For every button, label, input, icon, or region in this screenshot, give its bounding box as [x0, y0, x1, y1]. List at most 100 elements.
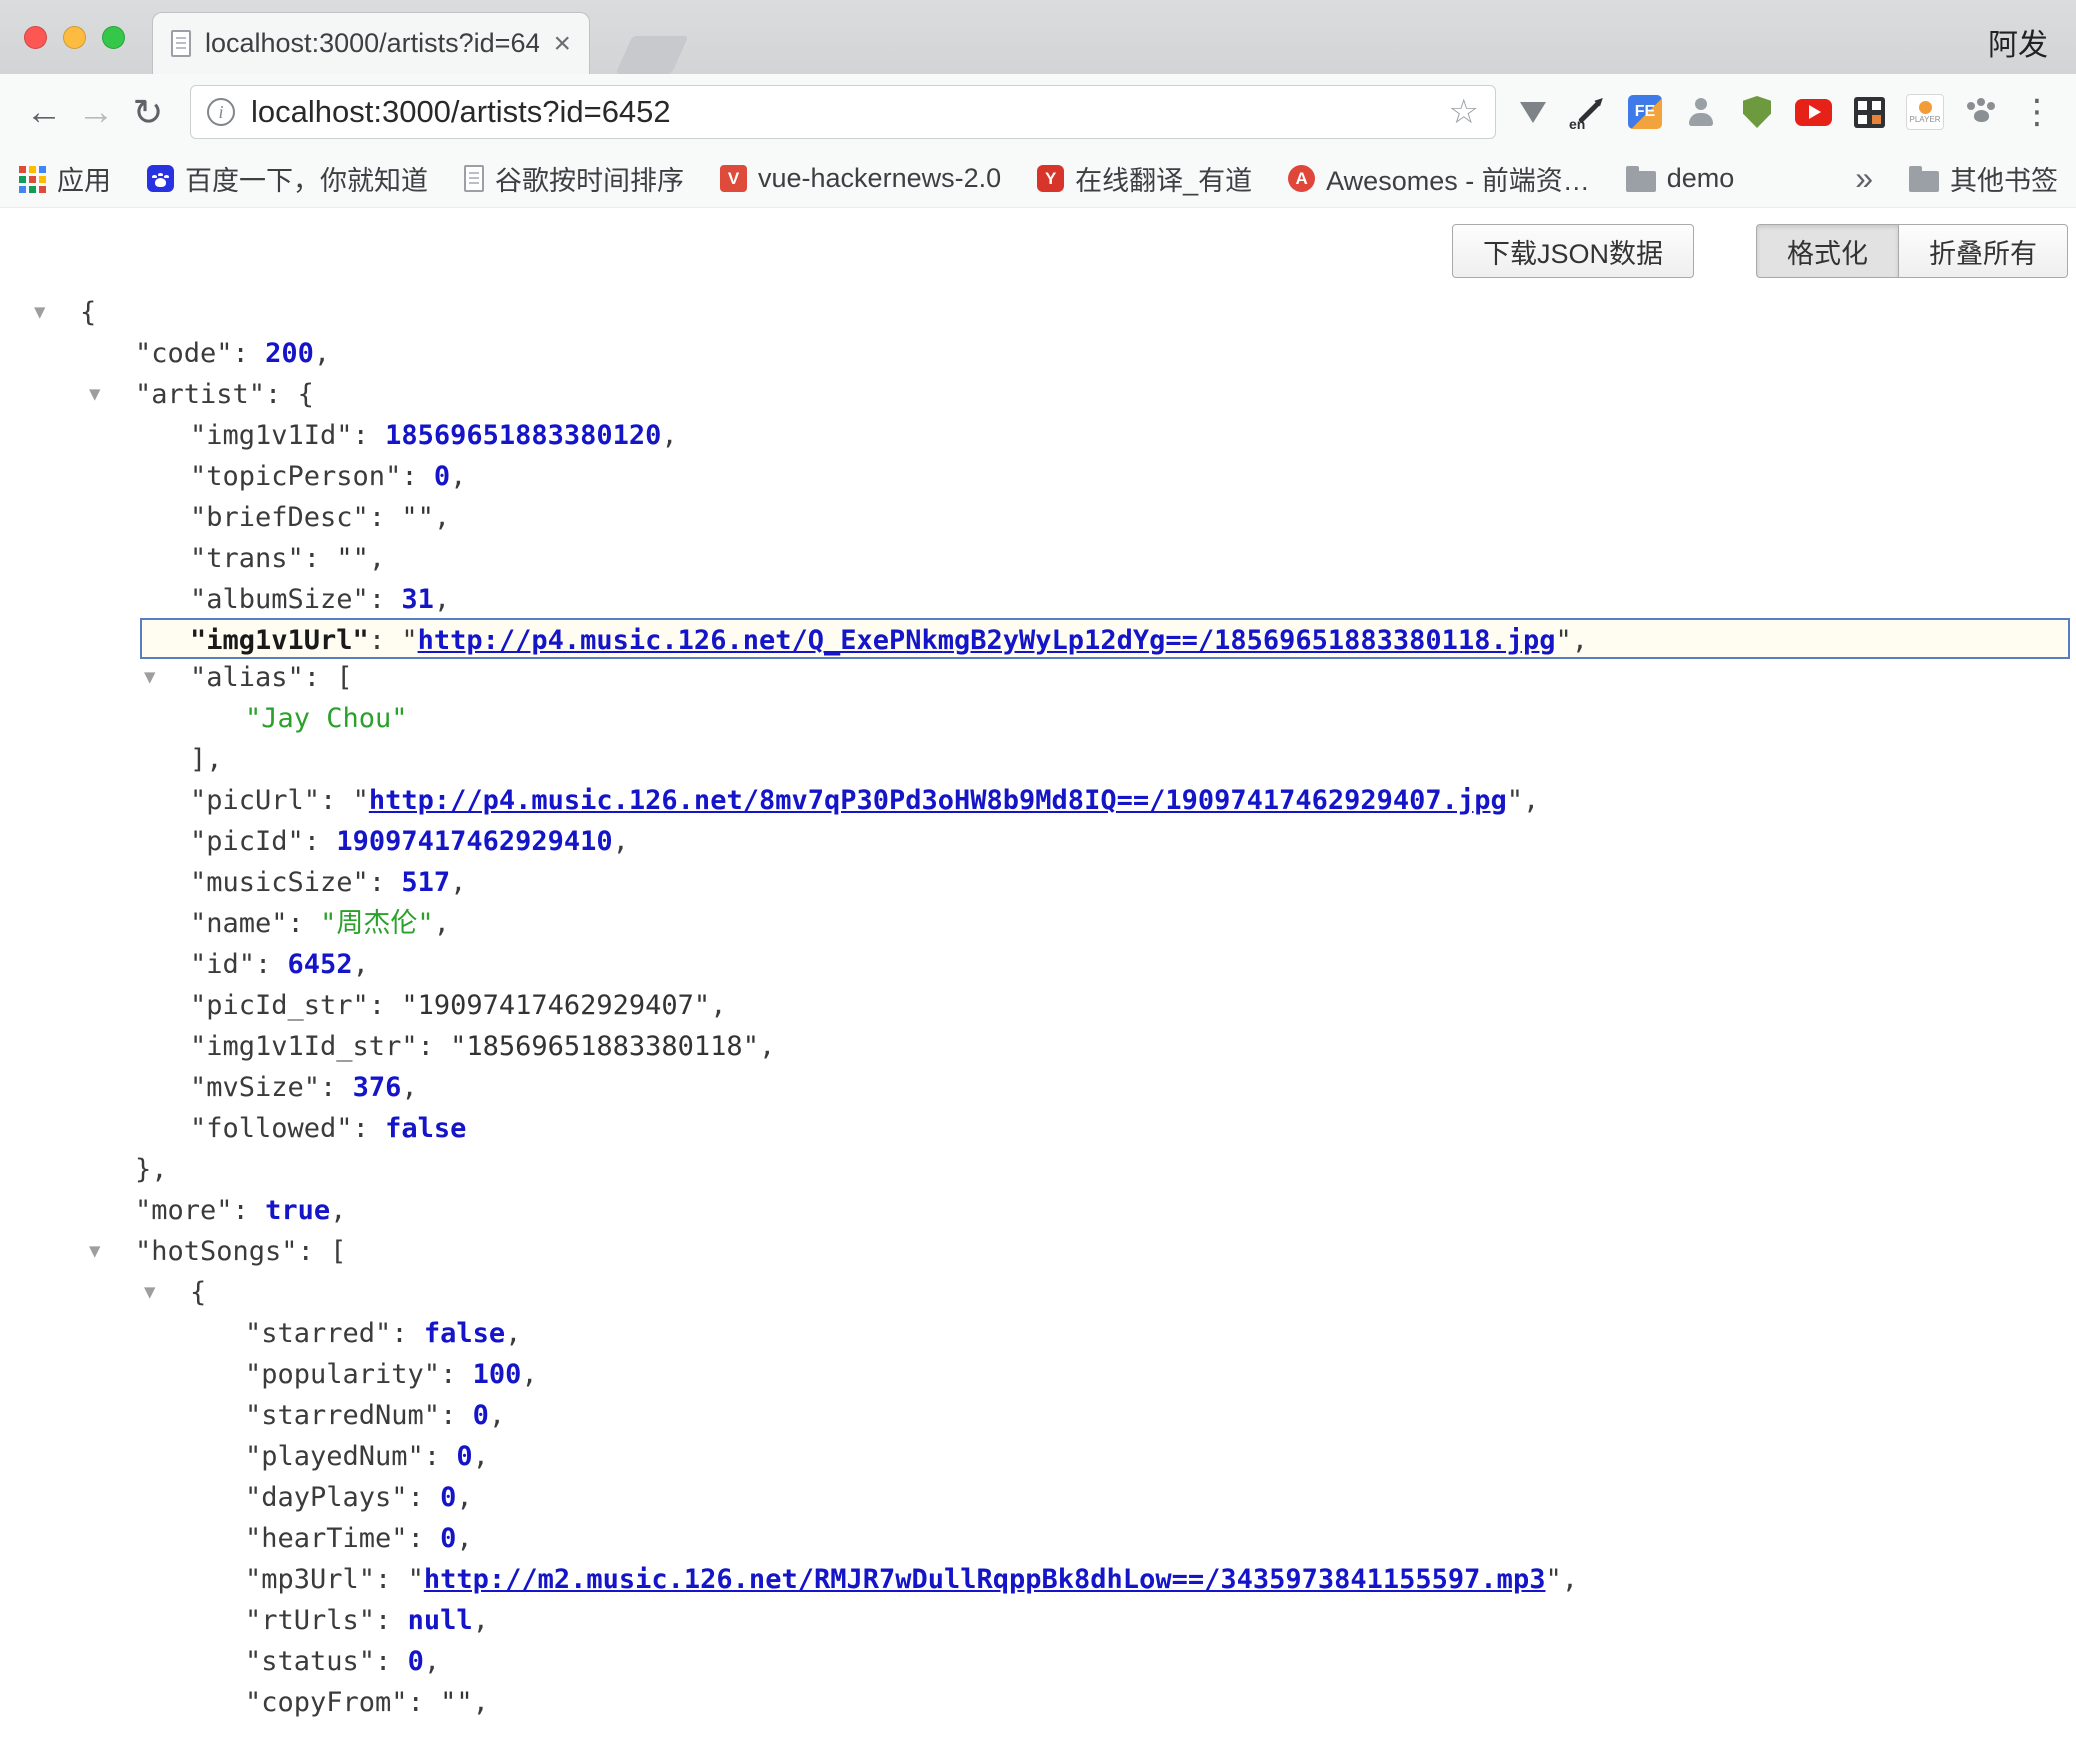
json-punctuation: ,	[1523, 785, 1539, 816]
chrome-menu-button[interactable]: ⋮	[2016, 91, 2058, 133]
page-content: 下载JSON数据 格式化 折叠所有 ▼{"code": 200,▼"artist…	[0, 224, 2076, 1723]
json-punctuation: :	[401, 461, 434, 492]
json-key: "alias"	[190, 662, 304, 693]
close-window-button[interactable]	[24, 26, 47, 49]
json-key: "musicSize"	[190, 867, 369, 898]
json-punctuation: :	[304, 662, 337, 693]
youtube-extension-icon[interactable]	[1792, 91, 1834, 133]
bookmark-awesomes[interactable]: A Awesomes - 前端资…	[1288, 159, 1590, 198]
json-number: 200	[265, 338, 314, 369]
json-punctuation: :	[440, 1400, 473, 1431]
reload-button[interactable]: ↻	[122, 91, 174, 134]
bookmark-vue-hackernews[interactable]: V vue-hackernews-2.0	[720, 163, 1001, 194]
bookmark-apps[interactable]: 应用	[18, 159, 111, 198]
json-punctuation: ,	[473, 1441, 489, 1472]
json-punctuation: "	[408, 1564, 424, 1595]
json-punctuation: :	[288, 908, 321, 939]
json-punctuation: :	[375, 1646, 408, 1677]
bookmark-demo-folder[interactable]: demo	[1626, 163, 1735, 194]
json-line: "starredNum": 0,	[0, 1395, 2076, 1436]
apps-grid-icon	[18, 165, 46, 193]
json-punctuation: {	[190, 1277, 206, 1308]
json-line: "topicPerson": 0,	[0, 456, 2076, 497]
collapse-toggle-icon[interactable]: ▼	[89, 1231, 100, 1272]
browser-tab[interactable]: localhost:3000/artists?id=645 ×	[152, 12, 590, 74]
json-key: "more"	[135, 1195, 233, 1226]
collapse-toggle-icon[interactable]: ▼	[144, 657, 155, 698]
json-punctuation: :	[320, 785, 353, 816]
json-punctuation: :	[233, 338, 266, 369]
json-punctuation: :	[369, 990, 402, 1021]
json-key: "code"	[135, 338, 233, 369]
json-punctuation: :	[265, 379, 298, 410]
other-bookmarks-folder[interactable]: 其他书签	[1909, 159, 2058, 198]
json-line: "picId_str": "19097417462929407",	[0, 985, 2076, 1026]
bookmark-star-icon[interactable]: ☆	[1449, 92, 1479, 132]
qr-code-icon	[1854, 97, 1885, 128]
json-key: "img1v1Url"	[190, 625, 369, 656]
person-extension-icon[interactable]	[1680, 91, 1722, 133]
bookmark-label: vue-hackernews-2.0	[758, 163, 1001, 194]
json-number: 0	[456, 1441, 472, 1472]
bookmark-baidu[interactable]: 百度一下，你就知道	[147, 159, 428, 198]
shield-extension-icon[interactable]	[1736, 91, 1778, 133]
page-info-icon[interactable]: i	[207, 98, 235, 126]
format-button[interactable]: 格式化	[1756, 224, 1899, 278]
forward-button[interactable]: →	[70, 91, 122, 133]
json-string: ""	[336, 543, 369, 574]
profile-name[interactable]: 阿发	[1988, 20, 2048, 64]
devtools-extension-icon[interactable]	[1512, 91, 1554, 133]
collapse-toggle-icon[interactable]: ▼	[89, 374, 100, 415]
back-button[interactable]: ←	[18, 91, 70, 133]
json-punctuation: :	[375, 1605, 408, 1636]
browser-toolbar: ← → ↻ i localhost:3000/artists?id=6452 ☆…	[0, 74, 2076, 150]
player-label: PLAYER	[1910, 116, 1941, 124]
fehelper-extension-icon[interactable]: FE	[1624, 91, 1666, 133]
json-line: "img1v1Id_str": "18569651883380118",	[0, 1026, 2076, 1067]
collapse-all-button[interactable]: 折叠所有	[1899, 224, 2068, 278]
json-literal: false	[424, 1318, 505, 1349]
new-tab-button[interactable]	[616, 36, 689, 74]
en-label: en	[1569, 116, 1585, 132]
json-punctuation: :	[320, 1072, 353, 1103]
translator-pen-extension-icon[interactable]: en	[1568, 91, 1610, 133]
json-punctuation: ,	[456, 1523, 472, 1554]
qr-code-extension-icon[interactable]	[1848, 91, 1890, 133]
json-url-link[interactable]: http://p4.music.126.net/8mv7qP30Pd3oHW8b…	[369, 785, 1507, 816]
bookmark-google-sort[interactable]: 谷歌按时间排序	[464, 159, 684, 198]
address-bar[interactable]: i localhost:3000/artists?id=6452 ☆	[190, 85, 1496, 139]
json-string: ""	[401, 502, 434, 533]
json-string: "Jay Chou"	[245, 703, 408, 734]
player-extension-icon[interactable]: PLAYER	[1904, 91, 1946, 133]
zoom-window-button[interactable]	[102, 26, 125, 49]
json-punctuation: :	[369, 625, 402, 656]
url-text[interactable]: localhost:3000/artists?id=6452	[251, 94, 1449, 130]
collapse-toggle-icon[interactable]: ▼	[144, 1272, 155, 1313]
json-viewer-actions: 下载JSON数据 格式化 折叠所有	[0, 224, 2068, 278]
download-json-button[interactable]: 下载JSON数据	[1452, 224, 1694, 278]
json-url-link[interactable]: http://p4.music.126.net/Q_ExePNkmgB2yWyL…	[418, 625, 1556, 656]
json-number: 0	[434, 461, 450, 492]
tab-close-icon[interactable]: ×	[553, 29, 571, 59]
tab-strip: localhost:3000/artists?id=645 × 阿发	[0, 0, 2076, 74]
json-punctuation: ,	[456, 1482, 472, 1513]
paw-icon	[1966, 98, 1997, 126]
json-key: "mp3Url"	[245, 1564, 375, 1595]
bookmark-youdao-translate[interactable]: Y 在线翻译_有道	[1037, 159, 1252, 198]
paw-extension-icon[interactable]	[1960, 91, 2002, 133]
json-punctuation: {	[298, 379, 314, 410]
json-line: "Jay Chou"	[0, 698, 2076, 739]
json-key: "mvSize"	[190, 1072, 320, 1103]
json-punctuation: ,	[1562, 1564, 1578, 1595]
json-line: },	[0, 1149, 2076, 1190]
json-punctuation: ,	[401, 1072, 417, 1103]
json-url-link[interactable]: http://m2.music.126.net/RMJR7wDullRqppBk…	[424, 1564, 1546, 1595]
json-number: 0	[408, 1646, 424, 1677]
collapse-toggle-icon[interactable]: ▼	[34, 292, 45, 333]
json-punctuation: :	[304, 543, 337, 574]
json-punctuation: ,	[759, 1031, 775, 1062]
json-key: "popularity"	[245, 1359, 440, 1390]
minimize-window-button[interactable]	[63, 26, 86, 49]
json-key: "hearTime"	[245, 1523, 408, 1554]
bookmarks-overflow-chevron[interactable]: »	[1855, 160, 1873, 197]
